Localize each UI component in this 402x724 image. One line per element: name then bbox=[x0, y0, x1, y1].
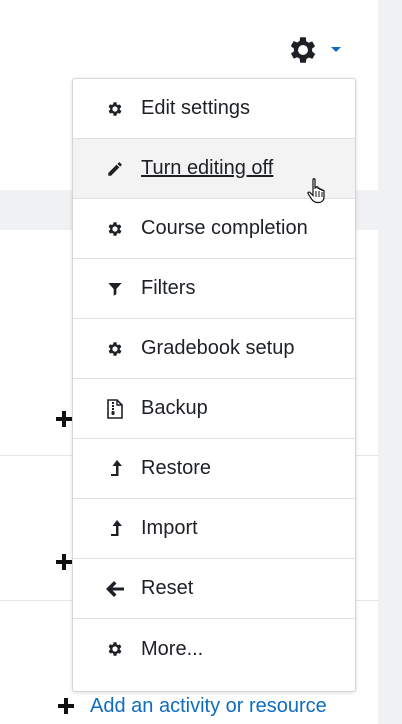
file-archive-icon bbox=[105, 398, 125, 419]
plus-icon bbox=[58, 698, 74, 714]
menu-item-label: Import bbox=[141, 517, 198, 539]
course-settings-menu-toggle[interactable] bbox=[286, 33, 356, 67]
menu-item-label: Filters bbox=[141, 277, 196, 299]
level-up-icon bbox=[105, 519, 125, 539]
menu-item-restore[interactable]: Restore bbox=[73, 439, 355, 499]
menu-item-label: Gradebook setup bbox=[141, 337, 295, 359]
gear-icon bbox=[290, 37, 316, 63]
level-up-icon bbox=[105, 459, 125, 479]
menu-item-course-completion[interactable]: Course completion bbox=[73, 199, 355, 259]
add-activity-label: Add an activity or resource bbox=[90, 694, 327, 717]
menu-item-label: Course completion bbox=[141, 217, 308, 239]
menu-item-label: Turn editing off bbox=[141, 157, 274, 179]
caret-down-icon bbox=[331, 47, 341, 52]
gear-icon bbox=[105, 99, 125, 119]
right-gutter bbox=[378, 0, 402, 724]
menu-item-label: Reset bbox=[141, 577, 194, 599]
menu-item-reset[interactable]: Reset bbox=[73, 559, 355, 619]
menu-item-label: Backup bbox=[141, 397, 208, 419]
menu-item-label: Edit settings bbox=[141, 97, 250, 119]
menu-item-filters[interactable]: Filters bbox=[73, 259, 355, 319]
pencil-icon bbox=[105, 159, 125, 179]
plus-icon[interactable] bbox=[54, 552, 74, 572]
menu-item-label: Restore bbox=[141, 457, 212, 479]
menu-item-backup[interactable]: Backup bbox=[73, 379, 355, 439]
hand-pointer-cursor-icon bbox=[307, 178, 325, 204]
arrow-left-icon bbox=[105, 579, 125, 599]
course-actions-dropdown: Edit settings Turn editing off Course co… bbox=[72, 78, 356, 692]
gear-icon bbox=[105, 339, 125, 359]
add-activity-link[interactable]: Add an activity or resource bbox=[56, 692, 327, 720]
menu-item-more[interactable]: More... bbox=[73, 619, 355, 679]
gear-icon bbox=[105, 639, 125, 659]
menu-item-gradebook-setup[interactable]: Gradebook setup bbox=[73, 319, 355, 379]
plus-icon[interactable] bbox=[54, 409, 74, 429]
gear-icon bbox=[105, 219, 125, 239]
menu-item-label: More... bbox=[141, 637, 204, 660]
filter-icon bbox=[105, 279, 125, 299]
menu-item-import[interactable]: Import bbox=[73, 499, 355, 559]
menu-item-edit-settings[interactable]: Edit settings bbox=[73, 79, 355, 139]
